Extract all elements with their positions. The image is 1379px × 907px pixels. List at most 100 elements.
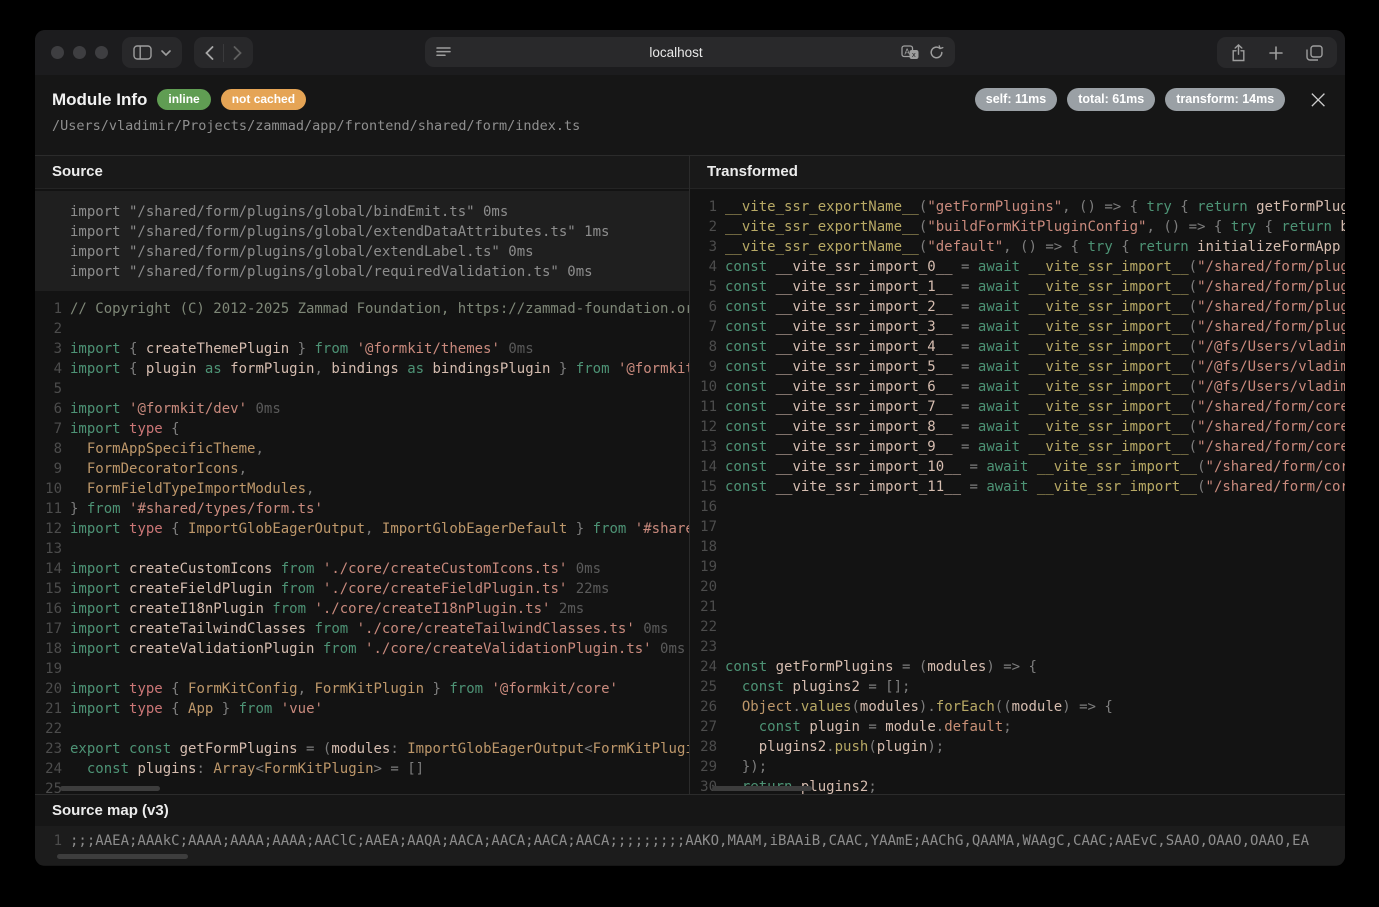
nav-buttons <box>194 37 253 68</box>
code-line: 4const __vite_ssr_import_0__ = await __v… <box>690 257 1345 277</box>
line-number: 2 <box>35 319 70 339</box>
sourcemap-title: Source map (v3) <box>35 795 1345 826</box>
sidebar-icon <box>133 45 152 60</box>
traffic-light-zoom[interactable] <box>95 46 108 59</box>
code-line: 17import createTailwindClasses from './c… <box>35 619 689 639</box>
code-line: 7const __vite_ssr_import_3__ = await __v… <box>690 317 1345 337</box>
code-line: 8 FormAppSpecificTheme, <box>35 439 689 459</box>
line-number: 24 <box>35 759 70 779</box>
nav-divider <box>223 44 224 62</box>
code-line: 28 plugins2.push(plugin); <box>690 737 1345 757</box>
code-line: 11} from '#shared/types/form.ts' <box>35 499 689 519</box>
module-file-path: /Users/vladimir/Projects/zammad/app/fron… <box>52 118 1329 134</box>
code-line: 3__vite_ssr_exportName__("default", () =… <box>690 237 1345 257</box>
source-panel: Source import "/shared/form/plugins/glob… <box>35 156 690 794</box>
line-number: 3 <box>690 237 725 257</box>
code-line: 5const __vite_ssr_import_1__ = await __v… <box>690 277 1345 297</box>
line-number: 13 <box>35 539 70 559</box>
transformed-panel-title: Transformed <box>690 156 1345 189</box>
code-line: 22 <box>35 719 689 739</box>
close-icon[interactable]: × <box>1307 90 1329 110</box>
share-icon[interactable] <box>1231 44 1246 62</box>
code-line: 6const __vite_ssr_import_2__ = await __v… <box>690 297 1345 317</box>
code-line: 16import createI18nPlugin from './core/c… <box>35 599 689 619</box>
line-number: 20 <box>35 679 70 699</box>
source-code[interactable]: import "/shared/form/plugins/global/bind… <box>35 189 689 794</box>
source-hscrollbar[interactable] <box>60 786 160 791</box>
sourcemap-hscrollbar[interactable] <box>57 854 188 859</box>
reload-icon[interactable] <box>929 45 944 60</box>
tab-overview-icon[interactable] <box>1306 45 1323 61</box>
sourcemap-line-area[interactable]: 1 ;;;AAEA;AAAkC;AAAA;AAAA;AAAA;AAClC;AAE… <box>35 826 1345 865</box>
badge-not-cached: not cached <box>221 89 306 110</box>
address-bar[interactable]: localhost Ax <box>425 37 955 67</box>
traffic-light-minimize[interactable] <box>73 46 86 59</box>
traffic-light-close[interactable] <box>51 46 64 59</box>
code-line: 24const getFormPlugins = (modules) => { <box>690 657 1345 677</box>
code-panels: Source import "/shared/form/plugins/glob… <box>35 155 1345 795</box>
reader-icon[interactable] <box>436 46 451 59</box>
code-line: 13const __vite_ssr_import_9__ = await __… <box>690 437 1345 457</box>
code-line: 16 <box>690 497 1345 517</box>
code-line: 1__vite_ssr_exportName__("getFormPlugins… <box>690 197 1345 217</box>
source-panel-title: Source <box>35 156 689 189</box>
transformed-hscrollbar[interactable] <box>712 786 812 791</box>
line-number: 18 <box>35 639 70 659</box>
line-number: 1 <box>35 299 70 319</box>
line-number: 8 <box>690 337 725 357</box>
import-summary-line: import "/shared/form/plugins/global/exte… <box>70 242 689 262</box>
line-number: 9 <box>690 357 725 377</box>
code-line: 17 <box>690 517 1345 537</box>
line-number: 6 <box>35 399 70 419</box>
code-line: 19 <box>690 557 1345 577</box>
code-line: 19 <box>35 659 689 679</box>
import-summary-line: import "/shared/form/plugins/global/bind… <box>70 202 689 222</box>
traffic-lights <box>51 46 108 59</box>
timing-total: total: 61ms <box>1067 88 1155 111</box>
line-number: 17 <box>35 619 70 639</box>
code-line: 2 <box>35 319 689 339</box>
line-number: 12 <box>35 519 70 539</box>
code-line: 24 const plugins: Array<FormKitPlugin> =… <box>35 759 689 779</box>
line-number: 28 <box>690 737 725 757</box>
toolbar-right <box>1217 37 1337 68</box>
transformed-code[interactable]: 1__vite_ssr_exportName__("getFormPlugins… <box>690 189 1345 794</box>
plus-icon[interactable] <box>1269 46 1283 60</box>
code-line: 27 const plugin = module.default; <box>690 717 1345 737</box>
line-number: 14 <box>35 559 70 579</box>
back-button[interactable] <box>205 46 214 60</box>
code-line: 21 <box>690 597 1345 617</box>
import-block: import "/shared/form/plugins/global/bind… <box>35 191 689 291</box>
titlebar: localhost Ax <box>35 30 1345 75</box>
line-number: 12 <box>690 417 725 437</box>
sidebar-toggle[interactable] <box>122 37 182 68</box>
code-line: 10 FormFieldTypeImportModules, <box>35 479 689 499</box>
svg-text:x: x <box>912 51 916 59</box>
sourcemap-section: Source map (v3) 1 ;;;AAEA;AAAkC;AAAA;AAA… <box>35 795 1345 865</box>
code-line: 15const __vite_ssr_import_11__ = await _… <box>690 477 1345 497</box>
sourcemap-mappings: ;;;AAEA;AAAkC;AAAA;AAAA;AAAA;AAClC;AAEA;… <box>70 831 1309 851</box>
line-number: 7 <box>690 317 725 337</box>
line-number: 4 <box>690 257 725 277</box>
code-line: 18 <box>690 537 1345 557</box>
code-line: 5 <box>35 379 689 399</box>
module-info-header: Module Info inline not cached self: 11ms… <box>35 75 1345 155</box>
code-line: 20import type { FormKitConfig, FormKitPl… <box>35 679 689 699</box>
code-line: 7import type { <box>35 419 689 439</box>
url-text: localhost <box>451 45 901 60</box>
code-line: 14import createCustomIcons from './core/… <box>35 559 689 579</box>
browser-window: localhost Ax Module Info inline not ca <box>35 30 1345 866</box>
line-number: 16 <box>690 497 725 517</box>
code-line: 15import createFieldPlugin from './core/… <box>35 579 689 599</box>
line-number: 20 <box>690 577 725 597</box>
translate-icon[interactable]: Ax <box>901 45 919 60</box>
code-line: 22 <box>690 617 1345 637</box>
line-number: 4 <box>35 359 70 379</box>
timing-transform: transform: 14ms <box>1165 88 1285 111</box>
code-line: 9const __vite_ssr_import_5__ = await __v… <box>690 357 1345 377</box>
line-number: 7 <box>35 419 70 439</box>
import-summary-line: import "/shared/form/plugins/global/exte… <box>70 222 689 242</box>
forward-button[interactable] <box>233 46 242 60</box>
code-line: 1 ;;;AAEA;AAAkC;AAAA;AAAA;AAAA;AAClC;AAE… <box>35 831 1345 851</box>
code-line: 29 }); <box>690 757 1345 777</box>
